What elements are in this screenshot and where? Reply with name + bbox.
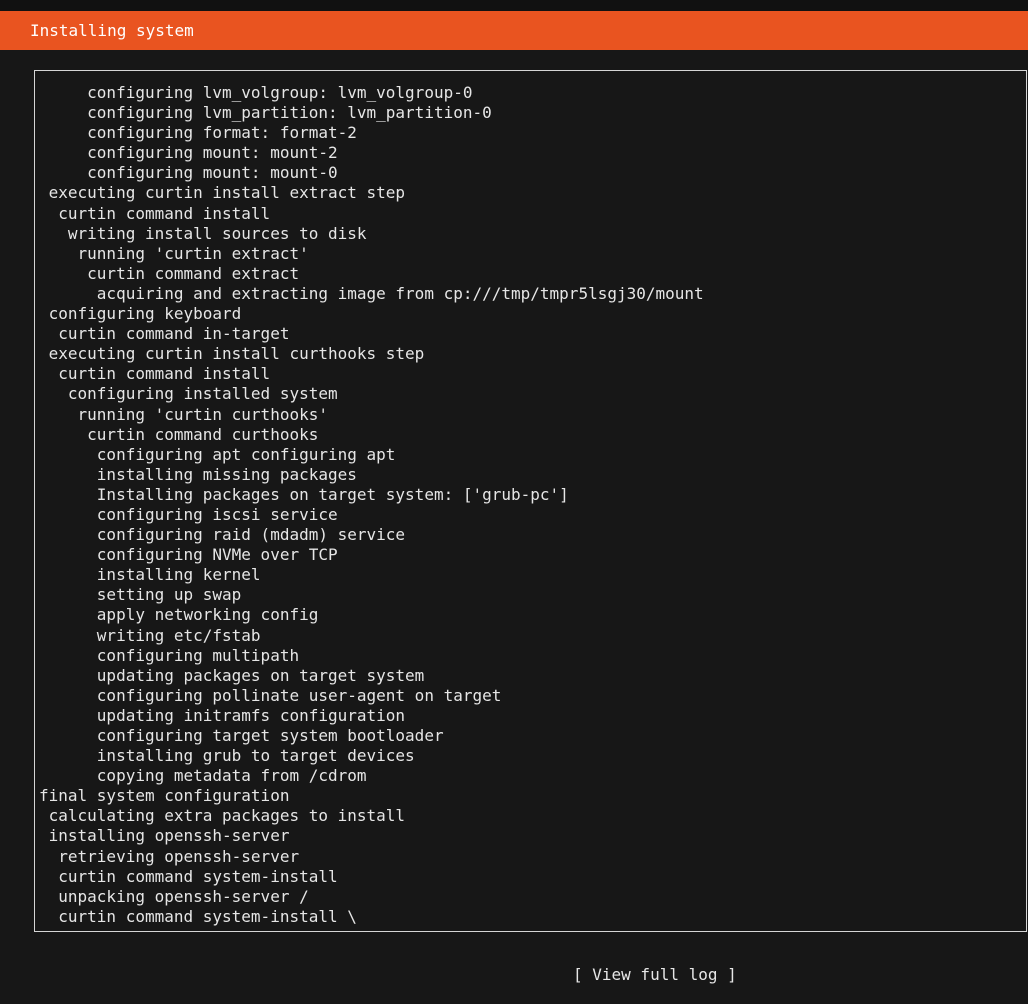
log-line: configuring lvm_partition: lvm_partition… — [39, 103, 492, 123]
install-log-panel[interactable]: configuring lvm_volgroup: lvm_volgroup-0… — [34, 70, 1027, 932]
log-line: unpacking openssh-server / — [39, 886, 309, 906]
install-log-lines: configuring lvm_volgroup: lvm_volgroup-0… — [39, 83, 704, 927]
log-line: acquiring and extracting image from cp:/… — [39, 283, 704, 303]
log-line: running 'curtin extract' — [39, 243, 309, 263]
log-line: updating initramfs configuration — [39, 705, 406, 725]
log-line: curtin command extract — [39, 263, 300, 283]
top-strip — [0, 0, 1028, 11]
log-line: curtin command curthooks — [39, 424, 319, 444]
log-line: running 'curtin curthooks' — [39, 404, 328, 424]
log-line: configuring installed system — [39, 384, 338, 404]
log-line: copying metadata from /cdrom — [39, 766, 367, 786]
log-line: writing etc/fstab — [39, 625, 261, 645]
log-line: configuring mount: mount-0 — [39, 163, 338, 183]
log-line: executing curtin install curthooks step — [39, 344, 425, 364]
log-line: curtin command in-target — [39, 324, 290, 344]
log-line: installing kernel — [39, 565, 261, 585]
log-line: final system configuration — [39, 786, 290, 806]
log-line: retrieving openssh-server — [39, 846, 300, 866]
log-line: updating packages on target system — [39, 665, 425, 685]
log-line: installing grub to target devices — [39, 746, 415, 766]
log-line: curtin command install — [39, 364, 271, 384]
log-line: configuring apt configuring apt — [39, 444, 396, 464]
log-line: writing install sources to disk — [39, 223, 367, 243]
log-line: curtin command system-install \ — [39, 906, 357, 926]
log-line: configuring raid (mdadm) service — [39, 525, 406, 545]
log-line: calculating extra packages to install — [39, 806, 406, 826]
log-line: configuring pollinate user-agent on targ… — [39, 685, 502, 705]
log-line: curtin command install — [39, 203, 271, 223]
log-line: configuring multipath — [39, 645, 300, 665]
log-line: configuring format: format-2 — [39, 123, 357, 143]
log-line: setting up swap — [39, 585, 242, 605]
view-full-log-button[interactable]: [ View full log ] — [573, 964, 737, 986]
log-line: configuring mount: mount-2 — [39, 143, 338, 163]
log-line: configuring keyboard — [39, 304, 242, 324]
log-line: installing openssh-server — [39, 826, 290, 846]
log-line: curtin command system-install — [39, 866, 338, 886]
page-title: Installing system — [30, 21, 194, 40]
log-line: configuring lvm_volgroup: lvm_volgroup-0 — [39, 83, 473, 102]
log-line: configuring NVMe over TCP — [39, 545, 338, 565]
log-line: executing curtin install extract step — [39, 183, 406, 203]
log-line: apply networking config — [39, 605, 319, 625]
log-line: configuring target system bootloader — [39, 726, 444, 745]
log-line: configuring iscsi service — [39, 504, 338, 524]
log-line: Installing packages on target system: ['… — [39, 484, 569, 504]
log-line: installing missing packages — [39, 464, 357, 484]
